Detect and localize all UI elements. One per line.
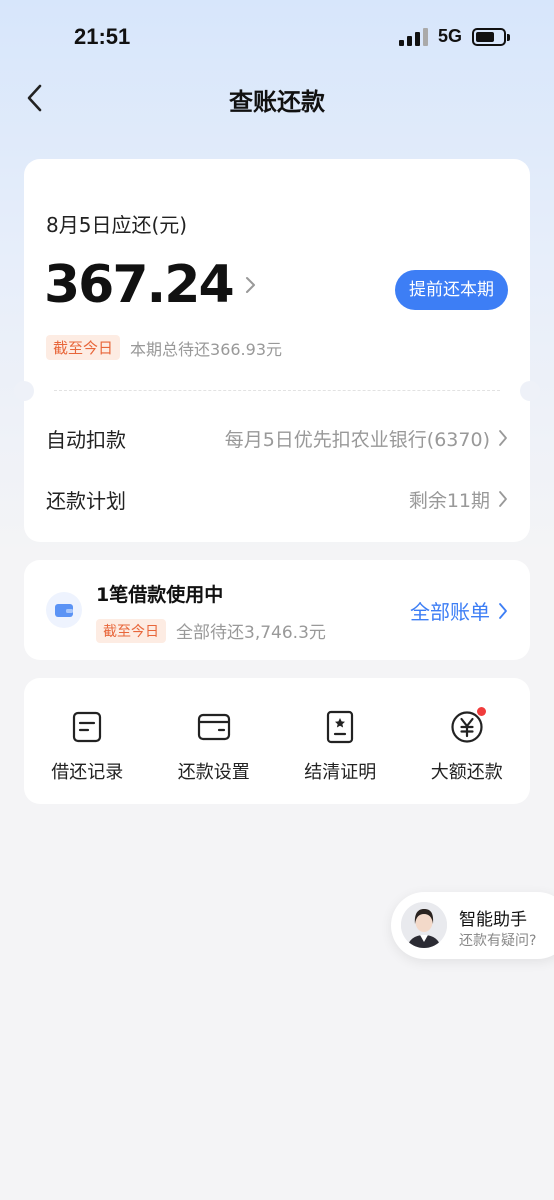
page-title: 查账还款: [229, 88, 325, 116]
ticket-notch: [520, 381, 540, 401]
tool-label: 结清证明: [304, 762, 377, 783]
status-indicators: 5G: [398, 26, 510, 47]
smart-assistant-button[interactable]: 智能助手 还款有疑问?: [391, 892, 554, 959]
divider: [54, 390, 500, 391]
loan-card[interactable]: 1笔借款使用中 截至今日 全部待还3,746.3元 全部账单: [24, 560, 530, 660]
due-amount[interactable]: 367.24: [44, 255, 235, 315]
tool-label: 借还记录: [51, 762, 124, 783]
repayment-plan-label: 还款计划: [46, 488, 126, 513]
tool-borrow-repay-records[interactable]: 借还记录: [24, 678, 151, 804]
loan-total-pending: 全部待还3,746.3元: [176, 623, 326, 643]
tools-card: 借还记录 还款设置 结清证明 大额还款: [24, 678, 530, 804]
repayment-plan-value: 剩余11期: [408, 489, 490, 512]
tool-settlement-certificate[interactable]: 结清证明: [277, 678, 404, 804]
notification-badge: [476, 707, 486, 716]
amount-row[interactable]: 367.24: [44, 255, 259, 315]
prepay-button[interactable]: 提前还本期: [395, 270, 508, 310]
battery-icon: [472, 27, 510, 46]
card-settings-icon: [197, 713, 230, 741]
auto-debit-value-group[interactable]: 每月5日优先扣农业银行(6370): [225, 425, 508, 452]
chevron-right-icon: [499, 430, 507, 446]
tool-large-repayment[interactable]: 大额还款: [404, 678, 531, 804]
tool-label: 大额还款: [430, 762, 503, 783]
network-type: 5G: [437, 26, 462, 46]
period-total-pending: 本期总待还366.93元: [130, 339, 283, 359]
as-of-today-tag: 截至今日: [46, 335, 121, 360]
nav-bar: 查账还款: [0, 76, 554, 120]
status-time: 21:51: [74, 24, 131, 49]
loan-meta: 截至今日 全部待还3,746.3元: [96, 618, 326, 643]
tool-label: 还款设置: [177, 762, 250, 783]
auto-debit-row[interactable]: 自动扣款 每月5日优先扣农业银行(6370): [46, 418, 508, 458]
loan-title: 1笔借款使用中: [96, 584, 224, 606]
as-of-today-tag: 截至今日: [96, 618, 166, 643]
chevron-right-icon: [499, 491, 507, 507]
repayment-plan-value-group[interactable]: 剩余11期: [409, 486, 508, 513]
certificate-icon: [327, 710, 354, 744]
all-bills-label: 全部账单: [410, 600, 490, 624]
yuan-icon-wrap: [450, 707, 486, 744]
assistant-title: 智能助手: [459, 910, 527, 930]
bill-meta: 截至今日 本期总待还366.93元: [46, 335, 282, 360]
assistant-subtitle: 还款有疑问?: [459, 933, 537, 949]
avatar: [401, 902, 447, 948]
chevron-right-icon[interactable]: [243, 273, 259, 297]
chevron-right-icon: [499, 602, 507, 619]
wallet-icon: [46, 592, 82, 628]
tool-repayment-settings[interactable]: 还款设置: [151, 678, 278, 804]
all-bills-link[interactable]: 全部账单: [410, 596, 508, 625]
auto-debit-value: 每月5日优先扣农业银行(6370): [224, 428, 490, 451]
auto-debit-label: 自动扣款: [46, 427, 126, 452]
signal-icon: [398, 27, 428, 46]
bill-card: 8月5日应还(元) 367.24 提前还本期 截至今日 本期总待还366.93元…: [14, 159, 540, 542]
record-icon: [73, 711, 102, 743]
status-bar: 21:51 5G: [0, 0, 554, 76]
ticket-notch: [14, 381, 34, 401]
due-date-label: 8月5日应还(元): [46, 213, 188, 237]
repayment-plan-row[interactable]: 还款计划 剩余11期: [46, 479, 508, 519]
